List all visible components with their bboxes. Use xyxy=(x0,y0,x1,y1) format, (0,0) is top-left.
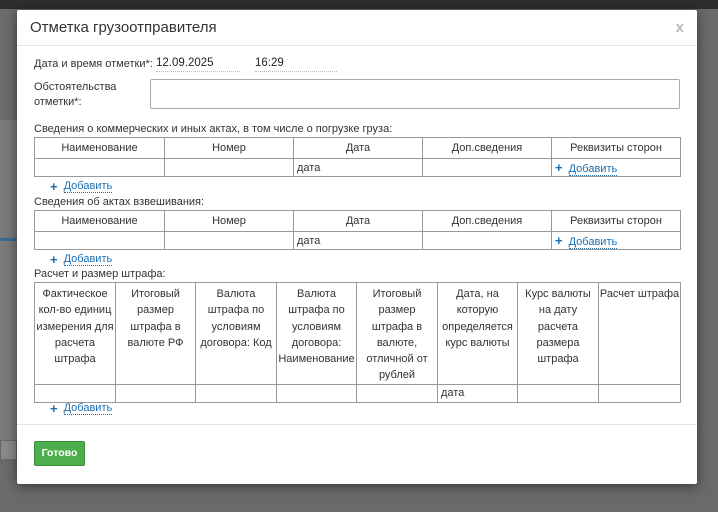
column-header: Итоговый размер штрафа в валюте, отлично… xyxy=(356,282,438,385)
footer-divider xyxy=(17,424,697,425)
column-header: Наименование xyxy=(34,210,165,232)
weighing-acts-table: Наименование Номер Дата Доп.сведения Рек… xyxy=(34,210,681,250)
column-header: Дата xyxy=(293,210,423,232)
column-header: Фактическое кол-во единиц измерения для … xyxy=(34,282,116,385)
close-icon[interactable]: x xyxy=(676,19,684,36)
extra-info-cell[interactable] xyxy=(422,158,552,177)
column-header: Расчет штрафа xyxy=(598,282,681,385)
time-field[interactable]: 16:29 xyxy=(255,57,337,72)
column-header: Номер xyxy=(164,137,294,159)
fine-calc-cell[interactable] xyxy=(598,383,681,403)
table-row: дата + Добавить xyxy=(34,231,681,250)
dialog-header: Отметка грузоотправителя x xyxy=(17,10,697,46)
add-fine-link[interactable]: Добавить xyxy=(63,402,113,415)
column-header: Курс валюты на дату расчета размера штра… xyxy=(517,282,599,385)
commercial-acts-table: Наименование Номер Дата Доп.сведения Рек… xyxy=(34,137,681,177)
column-header: Дата xyxy=(293,137,423,159)
parties-cell: + Добавить xyxy=(551,158,681,177)
date-field[interactable]: 12.09.2025 xyxy=(156,57,240,72)
add-parties-link[interactable]: Добавить xyxy=(568,163,618,176)
name-cell[interactable] xyxy=(34,158,165,177)
dialog-title: Отметка грузоотправителя xyxy=(30,19,217,36)
background-page-accent xyxy=(0,238,17,241)
done-button[interactable]: Готово xyxy=(34,441,85,466)
column-header: Реквизиты сторон xyxy=(551,210,681,232)
circumstances-label-line1: Обстоятельства xyxy=(34,81,117,93)
background-input xyxy=(0,440,17,460)
column-header: Валюта штрафа по условиям договора: Код xyxy=(195,282,277,385)
date-cell[interactable]: дата xyxy=(293,231,423,250)
column-header: Доп.сведения xyxy=(422,137,552,159)
table-row: дата + Добавить xyxy=(34,158,681,177)
plus-icon: + xyxy=(50,179,58,194)
plus-icon: + xyxy=(50,401,58,416)
table-header-row: Наименование Номер Дата Доп.сведения Рек… xyxy=(34,137,681,159)
shipper-mark-dialog: Отметка грузоотправителя x Дата и время … xyxy=(17,10,697,484)
fine-foreign-cell[interactable] xyxy=(356,383,438,403)
add-parties-link[interactable]: Добавить xyxy=(568,236,618,249)
plus-icon: + xyxy=(555,233,563,248)
background-bottom xyxy=(0,484,718,512)
fine-rub-cell[interactable] xyxy=(115,383,196,403)
background-topbar xyxy=(0,0,718,9)
column-header: Дата, на которую определяется курс валют… xyxy=(437,282,518,385)
plus-icon: + xyxy=(50,252,58,267)
column-header: Наименование xyxy=(34,137,165,159)
section-fine-title: Расчет и размер штрафа: xyxy=(34,268,166,280)
datetime-label: Дата и время отметки*: xyxy=(34,58,153,70)
add-commercial-act-link[interactable]: Добавить xyxy=(63,180,113,193)
rate-cell[interactable] xyxy=(517,383,599,403)
section-commercial-acts-title: Сведения о коммерческих и иных актах, в … xyxy=(34,123,393,135)
add-fine-row[interactable]: + Добавить xyxy=(50,401,113,416)
parties-cell: + Добавить xyxy=(551,231,681,250)
circumstances-label-line2: отметки*: xyxy=(34,96,82,108)
add-weighing-act-link[interactable]: Добавить xyxy=(63,253,113,266)
column-header: Итоговый размер штрафа в валюте РФ xyxy=(115,282,196,385)
currency-code-cell[interactable] xyxy=(195,383,277,403)
circumstances-input[interactable] xyxy=(150,79,680,109)
fine-table: Фактическое кол-во единиц измерения для … xyxy=(34,282,681,403)
currency-name-cell[interactable] xyxy=(276,383,357,403)
table-row: дата xyxy=(34,383,681,403)
extra-info-cell[interactable] xyxy=(422,231,552,250)
column-header: Номер xyxy=(164,210,294,232)
column-header: Доп.сведения xyxy=(422,210,552,232)
rate-date-cell[interactable]: дата xyxy=(437,383,518,403)
quantity-cell[interactable] xyxy=(34,383,116,403)
table-header-row: Наименование Номер Дата Доп.сведения Рек… xyxy=(34,210,681,232)
plus-icon: + xyxy=(555,160,563,175)
date-cell[interactable]: дата xyxy=(293,158,423,177)
add-commercial-act[interactable]: + Добавить xyxy=(50,179,113,194)
circumstances-label: Обстоятельства отметки*: xyxy=(34,80,116,110)
column-header: Реквизиты сторон xyxy=(551,137,681,159)
name-cell[interactable] xyxy=(34,231,165,250)
number-cell[interactable] xyxy=(164,231,294,250)
add-weighing-act[interactable]: + Добавить xyxy=(50,252,113,267)
background-page xyxy=(0,120,17,460)
section-weighing-acts-title: Сведения об актах взвешивания: xyxy=(34,196,205,208)
table-header-row: Фактическое кол-во единиц измерения для … xyxy=(34,282,681,385)
column-header: Валюта штрафа по условиям договора: Наим… xyxy=(276,282,357,385)
number-cell[interactable] xyxy=(164,158,294,177)
